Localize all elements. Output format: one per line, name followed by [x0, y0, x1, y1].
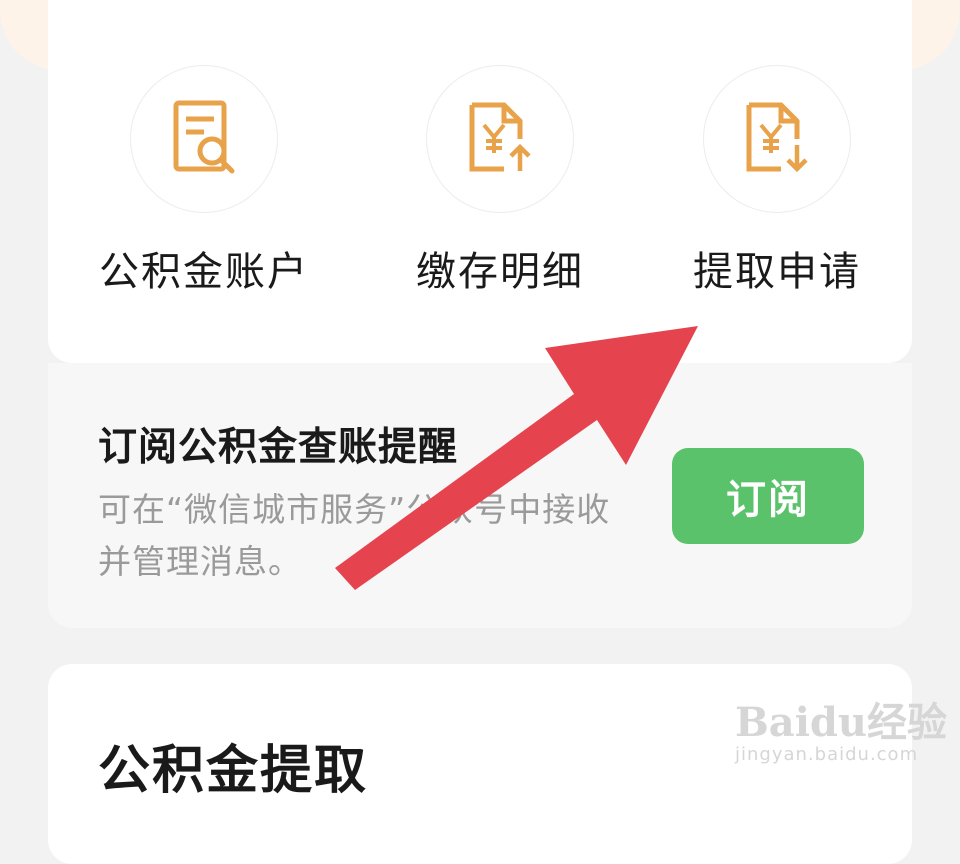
red-arrow-annotation	[335, 326, 698, 590]
arrow-shape	[335, 326, 698, 590]
